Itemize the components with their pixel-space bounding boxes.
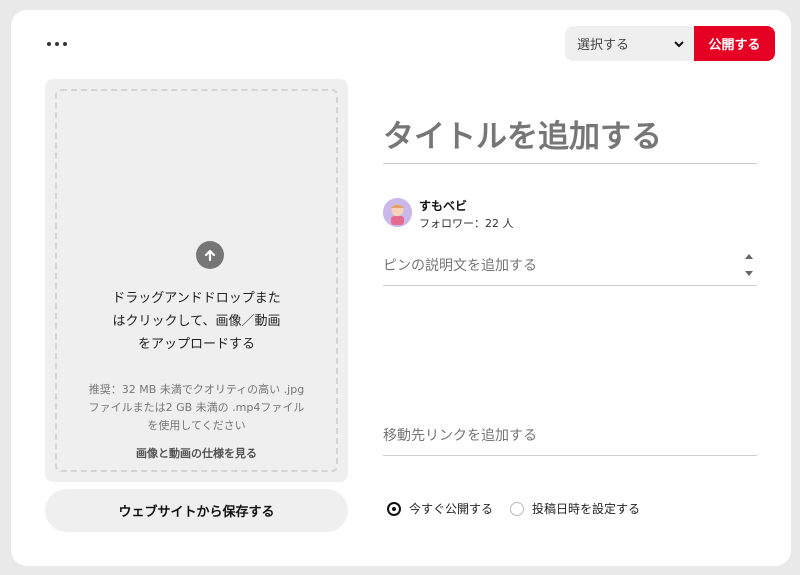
board-select-dropdown[interactable]: 選択する	[565, 26, 695, 61]
title-input[interactable]: タイトルを追加する	[383, 107, 757, 164]
caret-down-icon	[745, 271, 753, 276]
description-input[interactable]: ピンの説明文を追加する	[383, 251, 757, 286]
arrow-up-icon	[196, 241, 224, 269]
radio-unchecked-icon	[510, 501, 524, 516]
follower-count: フォロワー：22 人	[419, 217, 514, 230]
publish-button[interactable]: 公開する	[694, 26, 775, 61]
destination-link-input[interactable]: 移動先リンクを追加する	[383, 422, 757, 456]
upload-dropzone[interactable]: ドラッグアンドドロップまた はクリックして、画像／動画 をアップロードする 推奨…	[55, 89, 338, 472]
radio-checked-icon	[387, 501, 401, 516]
more-options-icon[interactable]	[47, 40, 67, 48]
publish-now-label: 今すぐ公開する	[409, 502, 494, 516]
recommendation-line: ファイルまたは2 GB 未満の .mp4ファイル	[88, 401, 305, 414]
media-spec-link[interactable]: 画像と動画の仕様を見る	[77, 445, 316, 461]
upload-line: ドラッグアンドドロップまた	[112, 291, 281, 306]
upload-instructions: ドラッグアンドドロップまた はクリックして、画像／動画 をアップロードする	[97, 287, 296, 356]
avatar	[383, 198, 412, 227]
publish-now-option[interactable]: 今すぐ公開する	[387, 500, 493, 517]
description-stepper[interactable]	[743, 254, 755, 276]
schedule-label: 投稿日時を設定する	[532, 502, 641, 516]
recommendation-line: 推奨：32 MB 未満でクオリティの高い .jpg	[88, 383, 305, 396]
chevron-down-icon	[674, 40, 684, 47]
schedule-option[interactable]: 投稿日時を設定する	[510, 500, 640, 517]
save-from-website-button[interactable]: ウェブサイトから保存する	[45, 489, 348, 532]
user-name: すもベビ	[419, 199, 468, 213]
upload-line: はクリックして、画像／動画	[112, 314, 281, 329]
caret-up-icon	[745, 254, 753, 259]
upload-recommendation: 推奨：32 MB 未満でクオリティの高い .jpg ファイルまたは2 GB 未満…	[79, 381, 314, 435]
upload-line: をアップロードする	[137, 337, 255, 352]
board-select-label: 選択する	[577, 38, 630, 53]
recommendation-line: を使用してください	[147, 419, 246, 432]
upload-panel: ドラッグアンドドロップまた はクリックして、画像／動画 をアップロードする 推奨…	[45, 79, 348, 482]
